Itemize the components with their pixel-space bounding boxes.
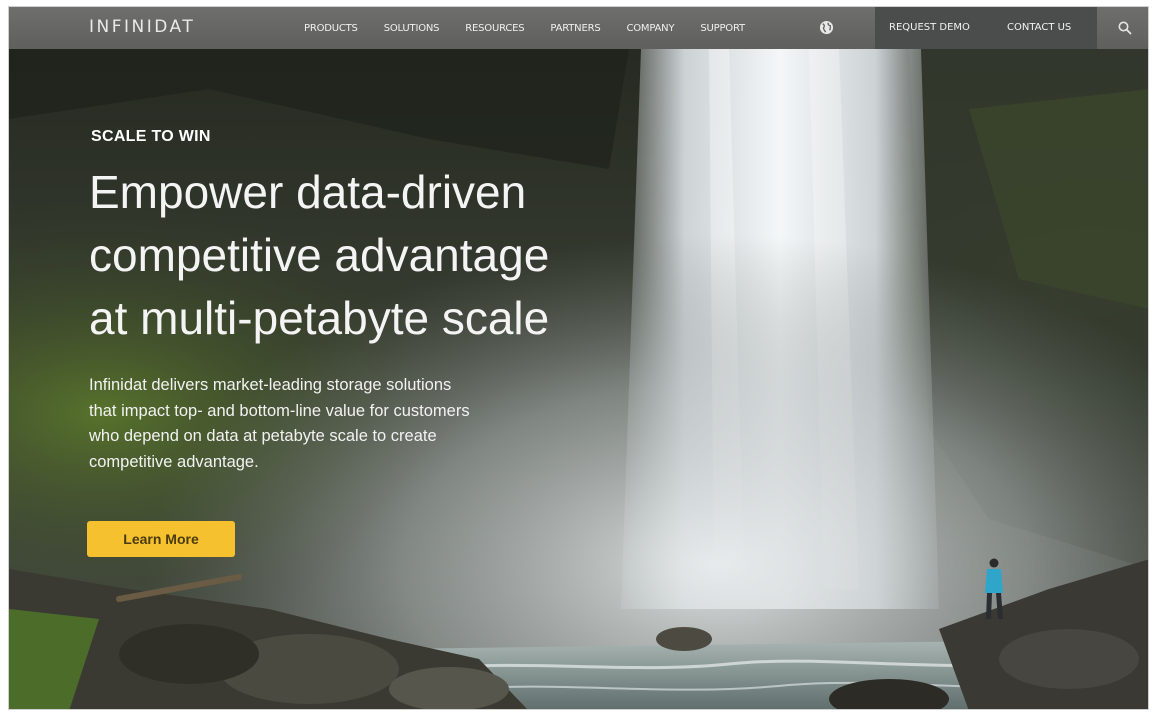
hero-description: Infinidat delivers market-leading storag… bbox=[89, 373, 549, 475]
nav-cta-group: REQUEST DEMO CONTACT US bbox=[875, 7, 1097, 49]
description-line-4: competitive advantage. bbox=[89, 452, 259, 471]
top-navigation-bar: INFINIDAT PRODUCTS SOLUTIONS RESOURCES P… bbox=[9, 7, 1148, 49]
primary-nav: PRODUCTS SOLUTIONS RESOURCES PARTNERS CO… bbox=[304, 7, 771, 49]
nav-link-partners[interactable]: PARTNERS bbox=[550, 23, 600, 34]
nav-link-resources[interactable]: RESOURCES bbox=[465, 23, 524, 34]
description-line-2: that impact top- and bottom-line value f… bbox=[89, 401, 470, 420]
hero-headline: Empower data-driven competitive advantag… bbox=[89, 161, 669, 350]
nav-link-products[interactable]: PRODUCTS bbox=[304, 23, 358, 34]
hero-section: SCALE TO WIN Empower data-driven competi… bbox=[9, 49, 1148, 709]
globe-icon[interactable] bbox=[819, 20, 834, 35]
headline-line-3: at multi-petabyte scale bbox=[89, 292, 550, 344]
headline-line-1: Empower data-driven bbox=[89, 166, 527, 218]
description-line-3: who depend on data at petabyte scale to … bbox=[89, 427, 437, 445]
request-demo-link[interactable]: REQUEST DEMO bbox=[889, 22, 970, 33]
contact-us-link[interactable]: CONTACT US bbox=[1007, 22, 1071, 33]
browser-viewport: INFINIDAT PRODUCTS SOLUTIONS RESOURCES P… bbox=[8, 6, 1149, 710]
nav-link-support[interactable]: SUPPORT bbox=[700, 23, 745, 34]
search-icon[interactable] bbox=[1117, 20, 1133, 36]
headline-line-2: competitive advantage bbox=[89, 229, 550, 281]
learn-more-button[interactable]: Learn More bbox=[87, 521, 235, 557]
nav-link-solutions[interactable]: SOLUTIONS bbox=[384, 23, 440, 34]
infinidat-logo[interactable]: INFINIDAT bbox=[89, 17, 195, 37]
description-line-1: Infinidat delivers market-leading storag… bbox=[89, 376, 452, 394]
hero-eyebrow: SCALE TO WIN bbox=[91, 128, 211, 145]
nav-link-company[interactable]: COMPANY bbox=[626, 23, 674, 34]
